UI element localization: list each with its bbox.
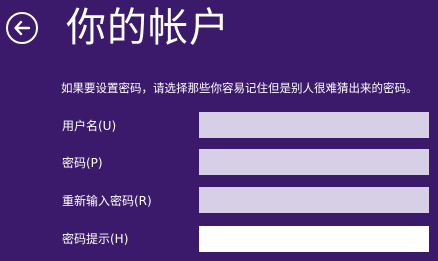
username-label: 用户名(U) — [62, 119, 117, 133]
password-hint-label: 密码提示(H) — [62, 232, 129, 246]
password-instructions: 如果要设置密码，请选择那些你容易记住但是别人很难猜出来的密码。 — [61, 81, 418, 95]
page-title: 你的帐户 — [66, 5, 230, 51]
back-button[interactable] — [6, 12, 38, 44]
confirm-password-field[interactable] — [199, 187, 429, 213]
back-arrow-icon — [14, 20, 31, 36]
account-page: 你的帐户 如果要设置密码，请选择那些你容易记住但是别人很难猜出来的密码。 用户名… — [0, 0, 438, 261]
password-label: 密码(P) — [62, 156, 103, 170]
username-field[interactable] — [199, 112, 429, 138]
password-hint-field[interactable] — [199, 226, 429, 252]
confirm-password-label: 重新输入密码(R) — [62, 194, 152, 208]
password-field[interactable] — [199, 149, 429, 175]
